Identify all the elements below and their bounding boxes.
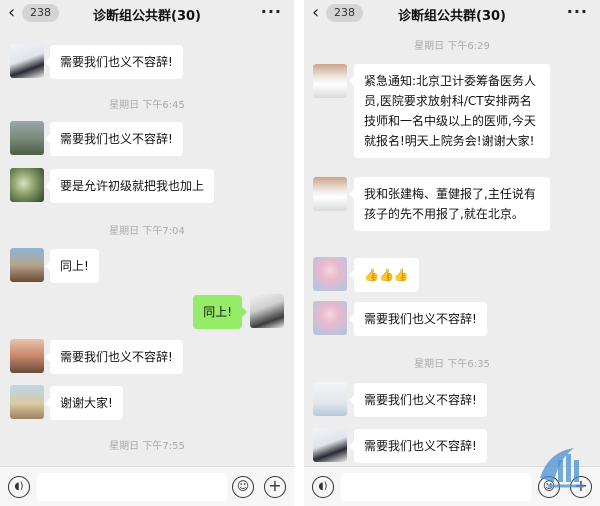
message-bubble: 同上!: [45, 249, 99, 283]
message-input[interactable]: [37, 473, 227, 501]
message-bubble: 同上!: [193, 295, 247, 329]
avatar[interactable]: [313, 177, 347, 211]
message-bubble: 👍👍👍: [349, 258, 419, 292]
timestamp: 星期日 下午6:45: [109, 100, 185, 111]
avatar[interactable]: [10, 121, 44, 155]
avatar[interactable]: [313, 257, 347, 291]
message-bubble: 谢谢大家!: [45, 386, 123, 420]
unread-badge: 238: [326, 4, 363, 22]
message-bubble: 需要我们也义不容辞!: [349, 302, 487, 336]
timestamp: 星期日 下午7:04: [109, 226, 185, 237]
timestamp: 星期日 下午7:55: [109, 441, 185, 452]
avatar[interactable]: [10, 248, 44, 282]
timestamp: 星期日 下午6:29: [414, 41, 490, 52]
input-bar: ◖) ☺ +: [0, 466, 294, 506]
chat-panel-left: ‹ 238 诊断组公共群(30) ··· 需要我们也义不容辞! 星期日 下午6:…: [0, 0, 294, 506]
message-bubble: 紧急通知:北京卫计委筹备医务人员,医院要求放射科/CT安排两名技师和一名中级以上…: [349, 64, 550, 158]
plus-icon[interactable]: +: [264, 476, 286, 498]
chevron-left-icon: ‹: [312, 2, 320, 23]
unread-badge: 238: [22, 4, 59, 22]
chat-title: 诊断组公共群(30): [93, 9, 201, 24]
chat-panel-right: ‹ 238 诊断组公共群(30) ··· 星期日 下午6:29 紧急通知:北京卫…: [304, 0, 600, 506]
message-bubble: 我和张建梅、董健报了,主任说有孩子的先不用报了,就在北京。: [349, 177, 550, 231]
message-bubble: 需要我们也义不容辞!: [45, 45, 183, 79]
avatar[interactable]: [313, 301, 347, 335]
timestamp: 星期日 下午6:35: [414, 359, 490, 370]
chevron-left-icon: ‹: [8, 2, 16, 23]
message-bubble: 需要我们也义不容辞!: [45, 122, 183, 156]
chat-title: 诊断组公共群(30): [398, 9, 506, 24]
avatar[interactable]: [10, 44, 44, 78]
message-bubble: 需要我们也义不容辞!: [349, 429, 487, 463]
avatar[interactable]: [10, 168, 44, 202]
voice-icon[interactable]: ◖): [312, 476, 334, 498]
chat-header: ‹ 238 诊断组公共群(30) ···: [0, 0, 294, 28]
emoji-icon[interactable]: ☺: [232, 476, 254, 498]
avatar[interactable]: [250, 294, 284, 328]
avatar[interactable]: [313, 64, 347, 98]
avatar[interactable]: [313, 382, 347, 416]
avatar[interactable]: [313, 428, 347, 462]
voice-icon[interactable]: ◖): [8, 476, 30, 498]
back-button[interactable]: ‹ 238: [8, 2, 59, 24]
avatar[interactable]: [10, 385, 44, 419]
avatar[interactable]: [10, 339, 44, 373]
message-input[interactable]: [341, 473, 531, 501]
more-icon[interactable]: ···: [567, 2, 588, 21]
more-icon[interactable]: ···: [261, 2, 282, 21]
message-bubble: 需要我们也义不容辞!: [45, 340, 183, 374]
back-button[interactable]: ‹ 238: [312, 2, 363, 24]
message-bubble: 要是允许初级就把我也加上: [44, 169, 215, 203]
chat-header: ‹ 238 诊断组公共群(30) ···: [304, 0, 600, 28]
message-bubble: 需要我们也义不容辞!: [349, 383, 487, 417]
watermark-logo-icon: [540, 448, 584, 488]
